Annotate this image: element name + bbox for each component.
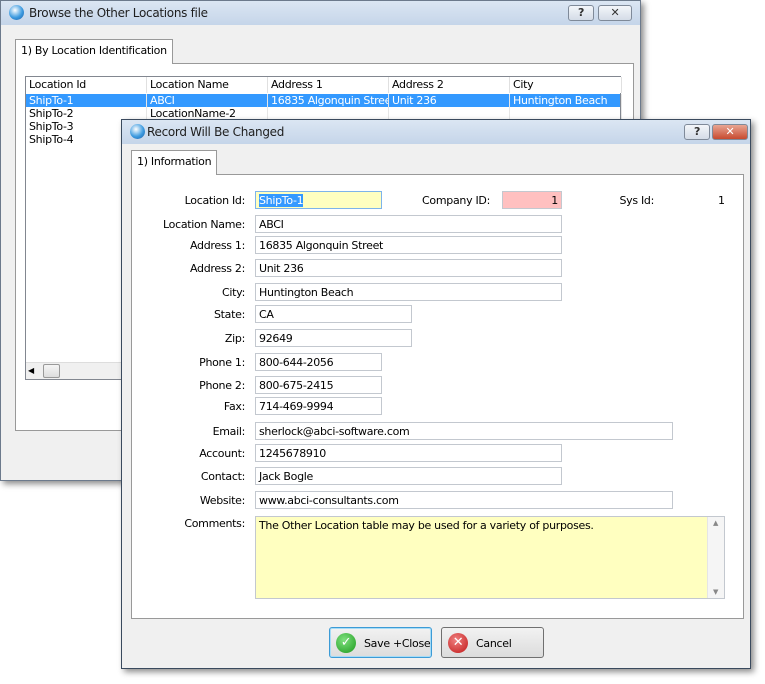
state-label: State: (213, 308, 245, 321)
zip-field[interactable]: 92649 (255, 329, 412, 347)
comments-label: Comments: (184, 517, 245, 530)
record-dialog: Record Will Be Changed ? ✕ 1) Informatio… (121, 119, 751, 669)
field-value: Jack Bogle (259, 470, 313, 483)
column-header[interactable]: Location Name (147, 77, 268, 93)
location-id-label: Location Id: (184, 194, 246, 207)
email-field[interactable]: sherlock@abci-software.com (255, 422, 673, 440)
city-label: City: (222, 286, 245, 299)
cancel-label: Cancel (476, 637, 512, 650)
checkmark-icon: ✓ (336, 633, 356, 653)
phone2-label: Phone 2: (199, 379, 245, 392)
field-value: 92649 (259, 332, 293, 345)
zip-label: Zip: (224, 332, 245, 345)
contact-field[interactable]: Jack Bogle (255, 467, 562, 485)
field-value: Huntington Beach (259, 286, 354, 299)
sys-id-label: Sys Id: (619, 194, 654, 207)
dialog-title-bar: Record Will Be Changed ? ✕ (122, 120, 750, 144)
field-value: 1245678910 (259, 447, 326, 460)
field-value: 16835 Algonquin Street (259, 239, 384, 252)
fax-label: Fax: (223, 400, 245, 413)
app-icon (130, 124, 145, 139)
location-name-label: Location Name: (163, 218, 245, 231)
scroll-down-icon[interactable]: ▼ (713, 588, 718, 596)
table-row[interactable]: ShipTo-1 ABCI 16835 Algonquin Street Unit 2… (26, 94, 622, 107)
field-value: ShipTo-1 (259, 194, 304, 207)
phone2-field[interactable]: 800-675-2415 (255, 376, 382, 394)
dialog-title: Record Will Be Changed (147, 125, 285, 139)
save-close-button[interactable]: ✓ Save +Close (329, 627, 432, 658)
cancel-button[interactable]: ✕ Cancel (441, 627, 544, 658)
table-cell: Huntington Beach (510, 94, 622, 107)
app-icon (9, 5, 24, 20)
table-cell: 16835 Algonquin Street (268, 94, 389, 107)
city-field[interactable]: Huntington Beach (255, 283, 562, 301)
help-button[interactable]: ? (568, 5, 594, 21)
close-button[interactable]: ✕ (598, 5, 632, 21)
field-value: sherlock@abci-software.com (259, 425, 410, 438)
state-field[interactable]: CA (255, 305, 412, 323)
column-header[interactable]: Address 2 (389, 77, 510, 93)
scroll-up-icon[interactable]: ▲ (713, 519, 718, 527)
location-id-field[interactable]: ShipTo-1 (255, 191, 382, 209)
scrollbar-thumb[interactable] (43, 364, 60, 378)
column-header[interactable]: Location Id (26, 77, 147, 93)
location-name-field[interactable]: ABCI (255, 215, 562, 233)
contact-label: Contact: (200, 470, 245, 483)
phone1-field[interactable]: 800-644-2056 (255, 353, 382, 371)
close-button[interactable]: ✕ (712, 124, 748, 140)
field-value: 714-469-9994 (259, 400, 334, 413)
comments-scrollbar[interactable]: ▲ ▼ (707, 517, 724, 598)
save-close-label: Save +Close (364, 637, 431, 650)
table-cell: ShipTo-1 (26, 94, 147, 107)
address2-field[interactable]: Unit 236 (255, 259, 562, 277)
column-header[interactable]: City (510, 77, 622, 93)
field-value: 800-675-2415 (259, 379, 334, 392)
address2-label: Address 2: (189, 262, 245, 275)
sys-id-value: 1 (718, 194, 725, 207)
fax-field[interactable]: 714-469-9994 (255, 397, 382, 415)
field-value: www.abci-consultants.com (259, 494, 399, 507)
table-cell: ABCI (147, 94, 268, 107)
website-label: Website: (199, 494, 245, 507)
help-button[interactable]: ? (684, 124, 710, 140)
table-cell: Unit 236 (389, 94, 510, 107)
browse-title: Browse the Other Locations file (29, 6, 208, 20)
field-value: 800-644-2056 (259, 356, 334, 369)
field-value: ABCI (259, 218, 284, 231)
field-value: Unit 236 (259, 262, 304, 275)
account-label: Account: (199, 447, 245, 460)
scroll-left-icon[interactable]: ◀ (28, 366, 34, 375)
company-id-label: Company ID: (422, 194, 490, 207)
address1-label: Address 1: (189, 239, 245, 252)
cancel-x-icon: ✕ (448, 633, 468, 653)
address1-field[interactable]: 16835 Algonquin Street (255, 236, 562, 254)
field-value: CA (259, 308, 274, 321)
tab-information[interactable]: 1) Information (131, 150, 218, 175)
comments-textarea[interactable]: The Other Location table may be used for… (255, 516, 725, 599)
phone1-label: Phone 1: (199, 356, 245, 369)
tab-by-location-identification[interactable]: 1) By Location Identification (15, 39, 173, 64)
column-header[interactable]: Address 1 (268, 77, 389, 93)
website-field[interactable]: www.abci-consultants.com (255, 491, 673, 509)
account-field[interactable]: 1245678910 (255, 444, 562, 462)
browse-title-bar: Browse the Other Locations file ? ✕ (1, 1, 640, 25)
email-label: Email: (212, 425, 246, 438)
